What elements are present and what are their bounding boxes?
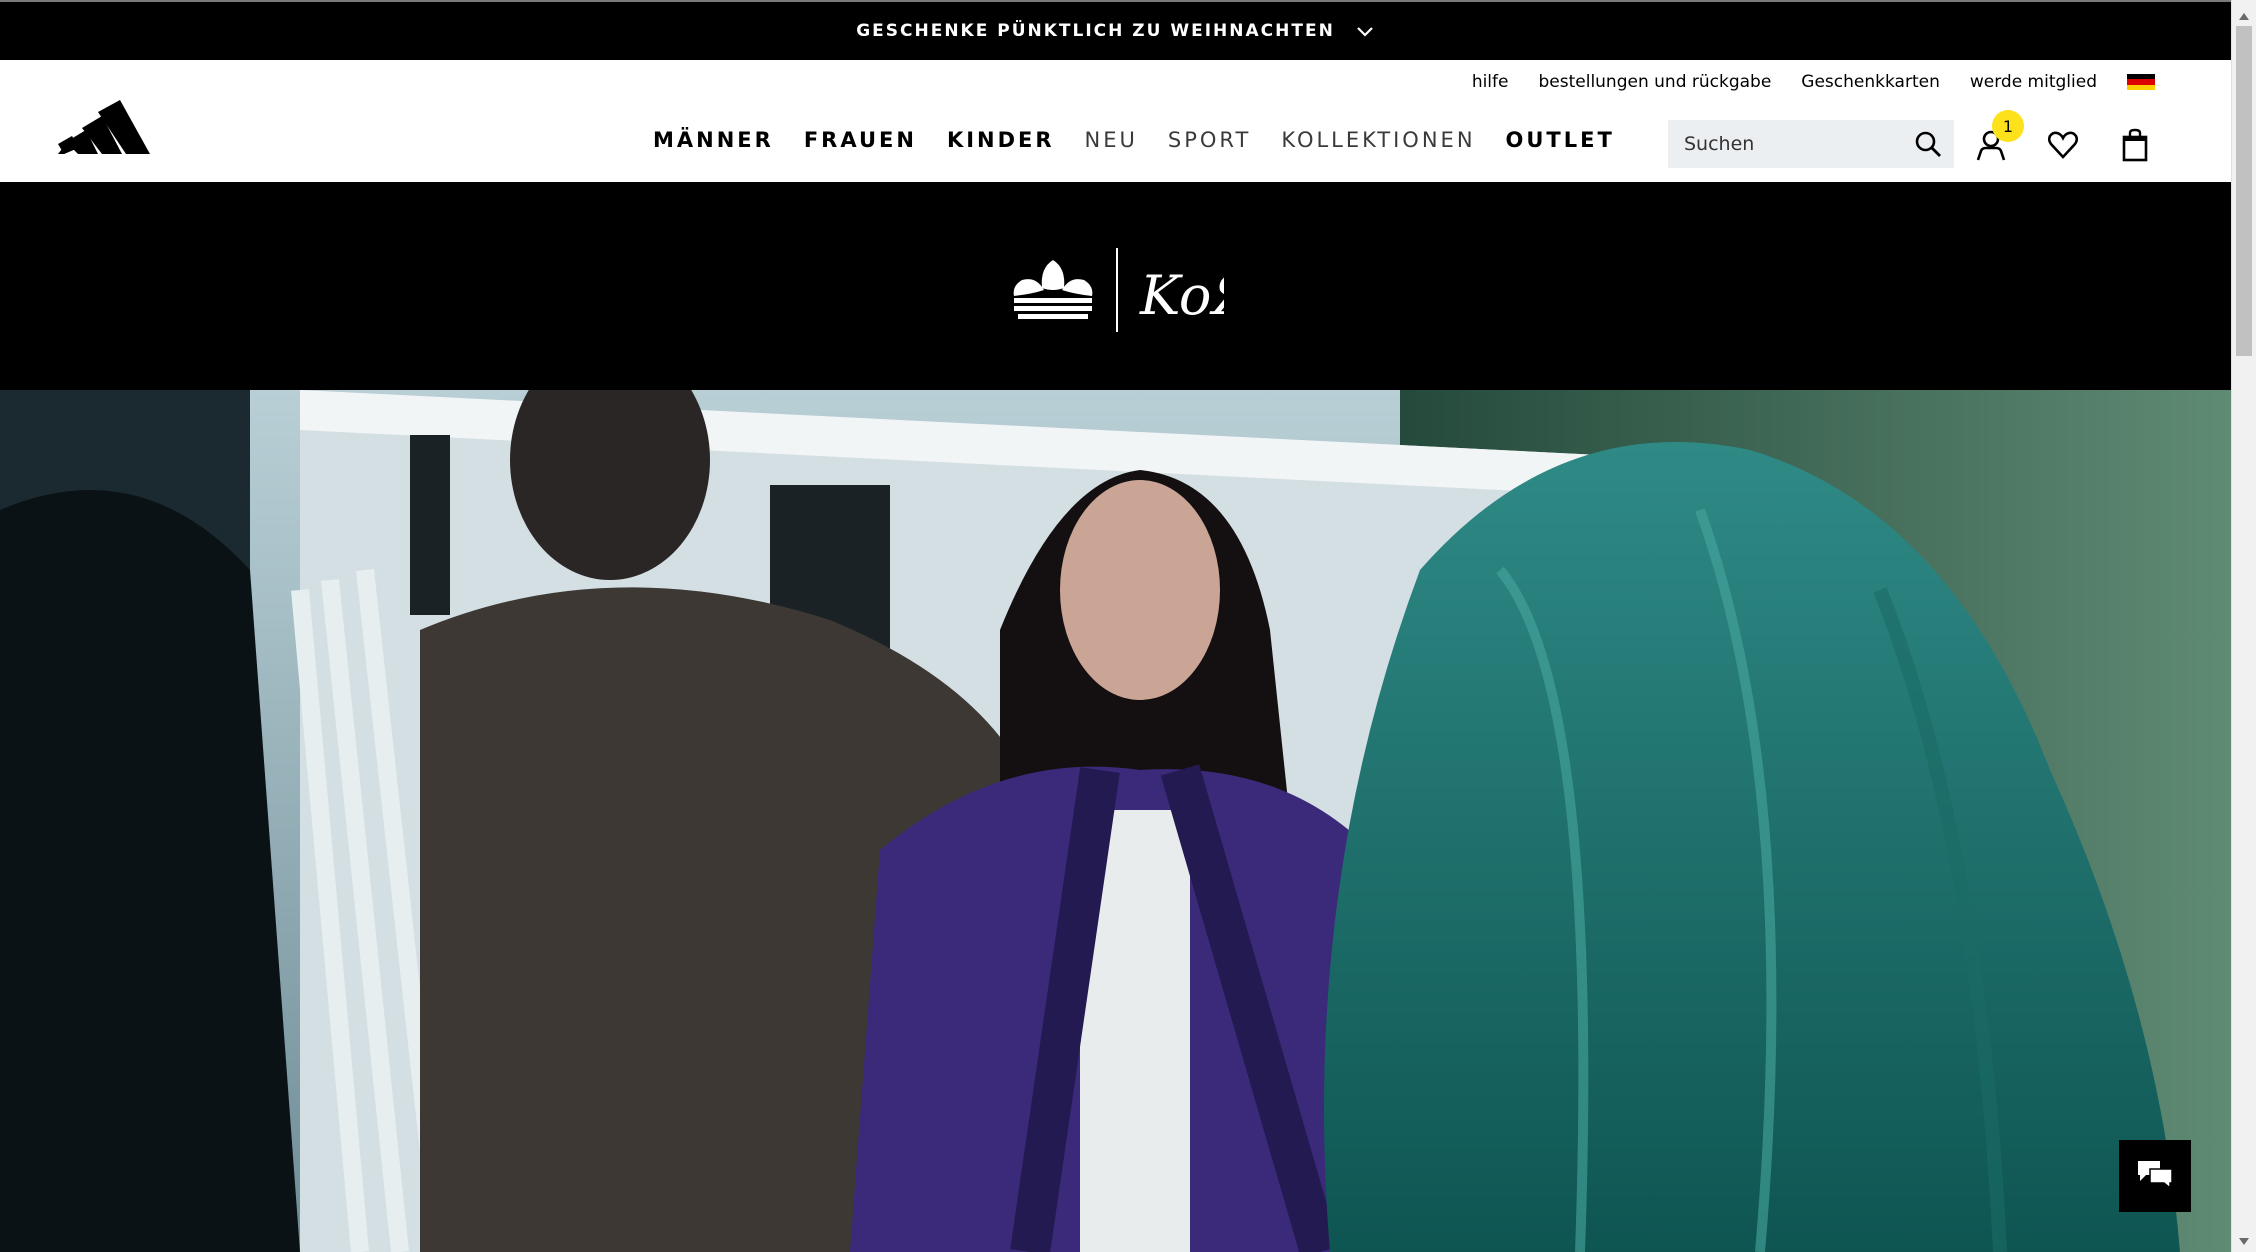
nav-item-sport[interactable]: SPORT [1168,128,1251,152]
nav-item-new[interactable]: NEU [1085,128,1138,152]
scroll-up-arrow-icon[interactable] [2238,8,2250,20]
germany-flag-icon[interactable] [2127,74,2155,90]
account-badge: 1 [1992,110,2024,142]
chat-button[interactable] [2119,1140,2191,1212]
nav-item-men[interactable]: MÄNNER [653,128,774,152]
search-icon[interactable] [1914,130,1942,158]
main-nav: MÄNNER FRAUEN KINDER NEU SPORT KOLLEKTIO… [653,128,1615,152]
util-link-help[interactable]: hilfe [1472,72,1509,92]
chat-icon [2136,1159,2174,1193]
scroll-thumb[interactable] [2236,26,2252,356]
collab-logos[interactable]: KoЯn [1010,246,1290,334]
nav-item-women[interactable]: FRAUEN [804,128,917,152]
bag-icon[interactable] [2118,128,2152,162]
util-link-orders-returns[interactable]: bestellungen und rückgabe [1538,72,1771,92]
site-header: hilfe bestellungen und rückgabe Geschenk… [0,60,2231,182]
chevron-down-icon[interactable] [1355,21,1375,41]
hero-image[interactable] [0,390,2231,1252]
promo-text: GESCHENKE PÜNKTLICH ZU WEIHNACHTEN [856,21,1335,41]
utility-links: hilfe bestellungen und rückgabe Geschenk… [1472,72,2155,92]
search-box [1668,120,1954,168]
adidas-trefoil-logo [1013,260,1093,319]
heart-icon[interactable] [2046,128,2080,162]
korn-logo: KoЯn [1139,264,1224,327]
nav-item-collections[interactable]: KOLLEKTIONEN [1281,128,1475,152]
collab-banner: KoЯn [0,182,2231,390]
page: GESCHENKE PÜNKTLICH ZU WEIHNACHTEN hilfe… [0,0,2231,1252]
search-input[interactable] [1682,132,1896,156]
adidas-logo[interactable] [58,94,150,154]
scroll-down-arrow-icon[interactable] [2238,1232,2250,1245]
promo-bar[interactable]: GESCHENKE PÜNKTLICH ZU WEIHNACHTEN [0,0,2231,60]
nav-item-outlet[interactable]: OUTLET [1506,128,1615,152]
page-scrollbar[interactable] [2231,0,2256,1252]
util-link-gift-cards[interactable]: Geschenkkarten [1801,72,1940,92]
nav-item-kids[interactable]: KINDER [947,128,1055,152]
util-link-become-member[interactable]: werde mitglied [1970,72,2097,92]
